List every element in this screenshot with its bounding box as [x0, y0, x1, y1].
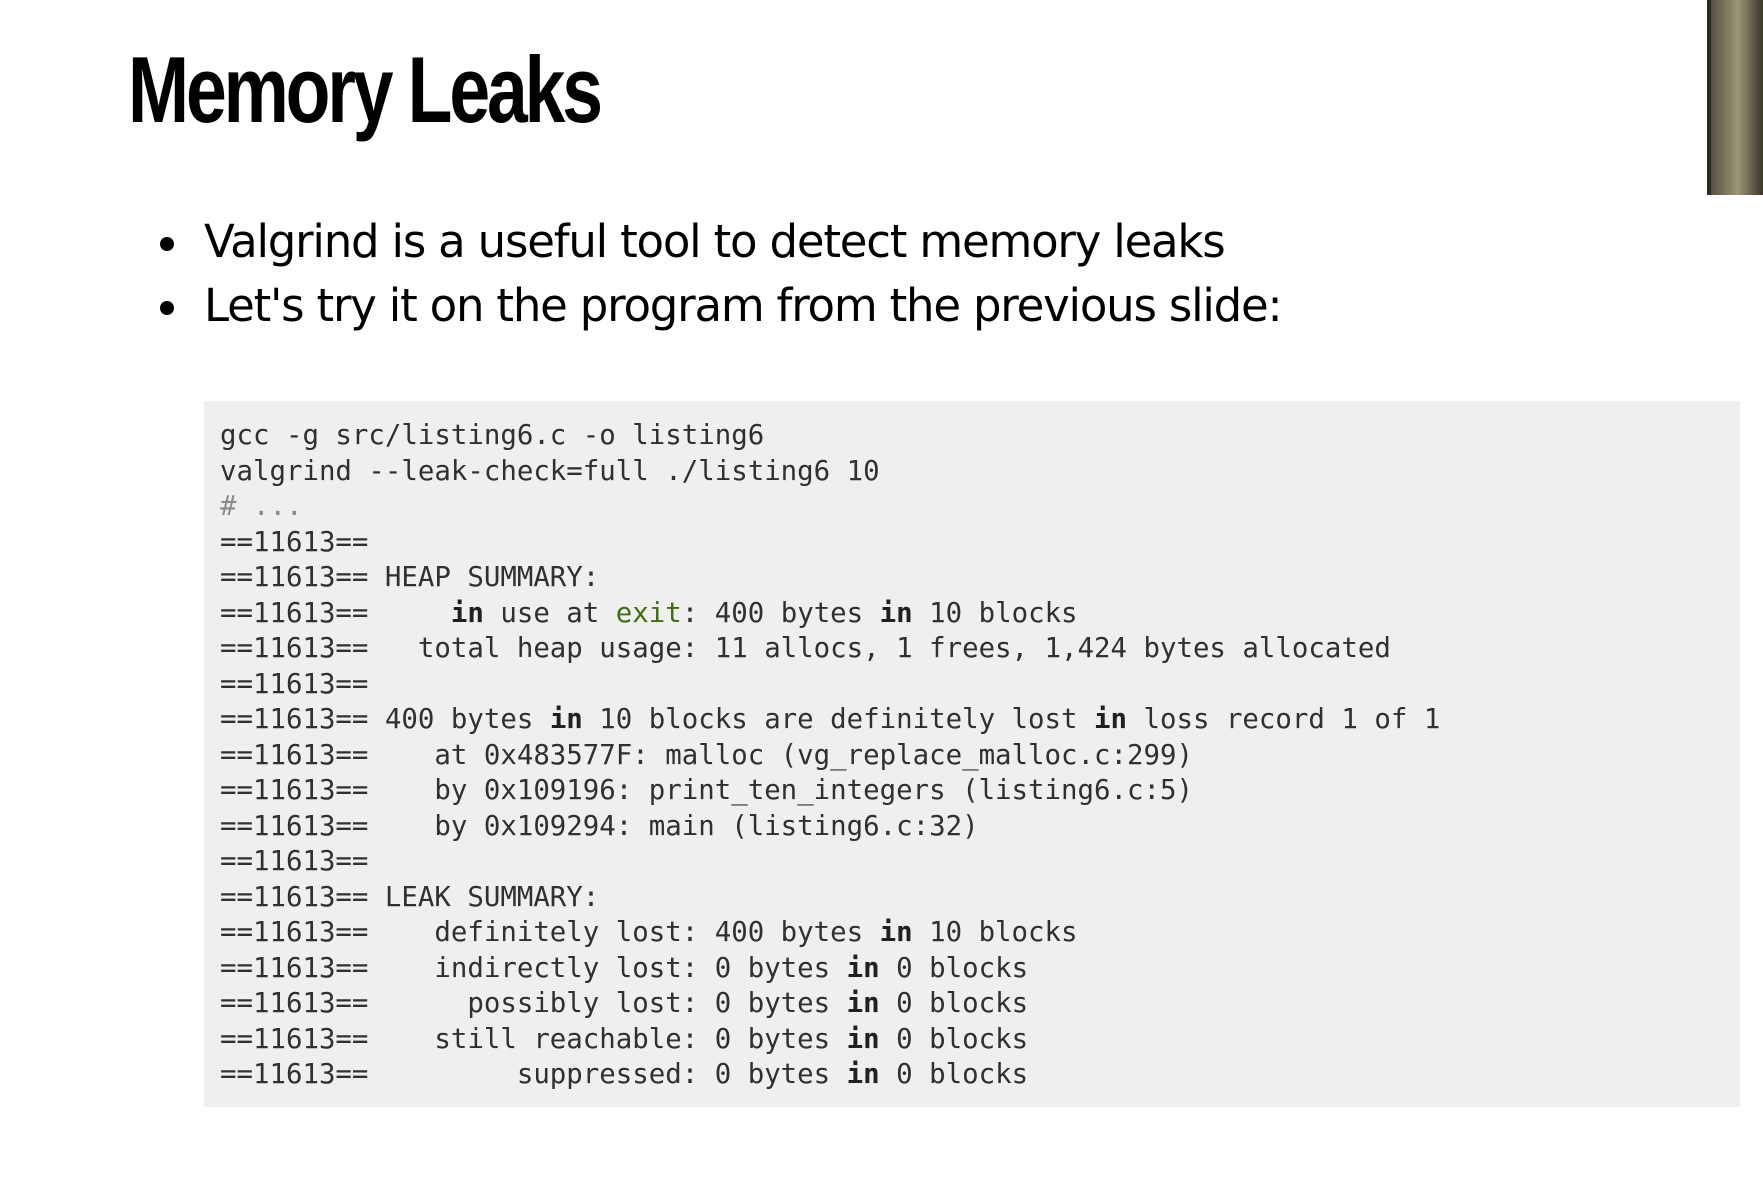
- code-line: ==11613== by 0x109196: print_ten_integer…: [220, 775, 1193, 806]
- presenter-video-thumbnail: [1707, 0, 1763, 195]
- code-block: gcc -g src/listing6.c -o listing6 valgrin…: [204, 401, 1740, 1107]
- code-line: ==11613== suppressed: 0 bytes in 0 block…: [220, 1059, 1029, 1090]
- code-line: ==11613== HEAP SUMMARY:: [220, 562, 600, 593]
- code-line: ==11613== still reachable: 0 bytes in 0 …: [220, 1023, 1029, 1055]
- code-line: ==11613== by 0x109294: main (listing6.c:…: [220, 810, 979, 842]
- code-line: gcc -g src/listing6.c -o listing6: [220, 420, 765, 451]
- code-line: ==11613==: [220, 846, 369, 877]
- code-line: # ...: [220, 491, 303, 522]
- slide: Memory Leaks Valgrind is a useful tool t…: [0, 0, 1763, 1197]
- bullet-dot-icon: [160, 301, 174, 315]
- code-line: ==11613== indirectly lost: 0 bytes in 0 …: [220, 952, 1029, 984]
- code-line: ==11613== total heap usage: 11 allocs, 1…: [220, 633, 1391, 664]
- code-line: ==11613== 400 bytes in 10 blocks are def…: [220, 704, 1441, 735]
- bullet-item: Valgrind is a useful tool to detect memo…: [160, 210, 1282, 274]
- bullet-text: Let's try it on the program from the pre…: [204, 279, 1283, 332]
- code-line: ==11613==: [220, 526, 369, 558]
- code-line: ==11613== at 0x483577F: malloc (vg_repla…: [220, 739, 1193, 771]
- slide-title: Memory Leaks: [128, 37, 603, 142]
- code-line: ==11613== possibly lost: 0 bytes in 0 bl…: [220, 988, 1029, 1019]
- code-line: ==11613==: [220, 668, 369, 700]
- bullet-list: Valgrind is a useful tool to detect memo…: [160, 210, 1283, 338]
- bullet-dot-icon: [160, 237, 174, 251]
- bullet-text: Valgrind is a useful tool to detect memo…: [204, 215, 1226, 268]
- code-line: ==11613== LEAK SUMMARY:: [220, 881, 600, 913]
- code-line: valgrind --leak-check=full ./listing6 10: [220, 455, 880, 487]
- video-frame-edge: [1707, 0, 1711, 195]
- code-line: ==11613== in use at exit: 400 bytes in 1…: [220, 597, 1078, 629]
- bullet-item: Let's try it on the program from the pre…: [160, 274, 1283, 338]
- code-line: ==11613== definitely lost: 400 bytes in …: [220, 917, 1078, 948]
